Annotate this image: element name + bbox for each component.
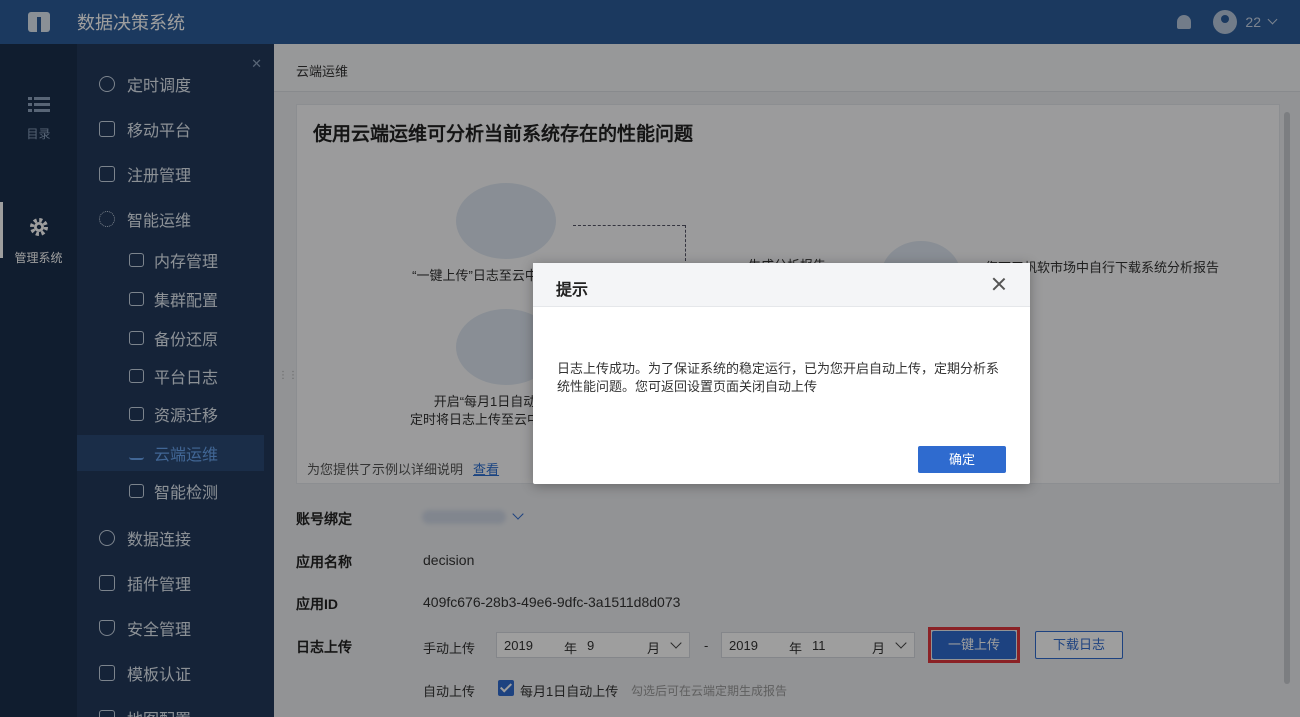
dialog-title: 提示 [556, 282, 589, 299]
success-dialog: 提示 日志上传成功。为了保证系统的稳定运行，已为您开启自动上传，定期分析系统性能… [533, 263, 1030, 484]
dialog-message: 日志上传成功。为了保证系统的稳定运行，已为您开启自动上传，定期分析系统性能问题。… [557, 361, 1000, 394]
confirm-button[interactable]: 确定 [918, 446, 1006, 473]
dialog-header: 提示 [533, 263, 1030, 307]
close-icon[interactable] [992, 277, 1006, 291]
